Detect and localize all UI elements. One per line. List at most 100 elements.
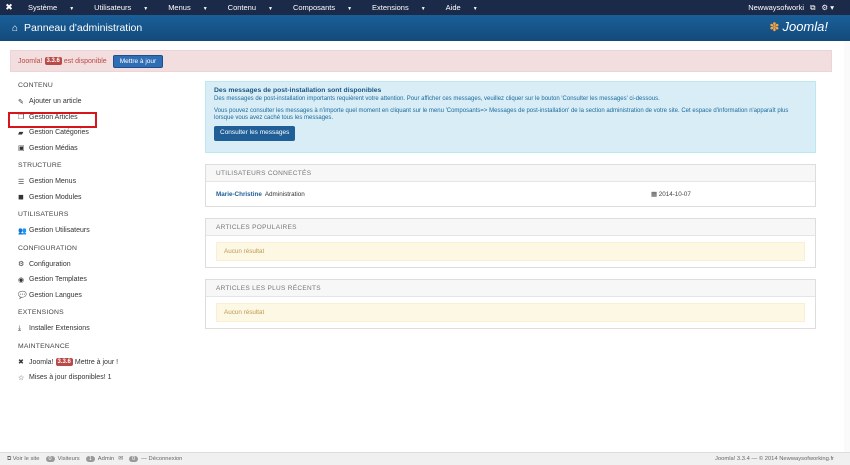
- star-icon: ☆: [18, 374, 25, 382]
- joomla-icon[interactable]: ✖: [0, 2, 18, 13]
- user-name-link[interactable]: Marie-Christine: [216, 191, 262, 198]
- menu-systeme[interactable]: Système ▼: [18, 3, 84, 12]
- main-content: Des messages de post-installation sont d…: [205, 81, 816, 329]
- home-icon: ⌂: [12, 22, 19, 34]
- panel-recent-articles: ARTICLES LES PLUS RÉCENTS Aucun résultat: [205, 279, 816, 329]
- sidebar-item-gestion-modules[interactable]: ◼ Gestion Modules: [18, 190, 193, 206]
- sidebar-item-label: Installer Extensions: [29, 325, 90, 333]
- section-maintenance: MAINTENANCE: [18, 342, 70, 350]
- sidebar-item-ajouter-article[interactable]: ✎ Ajouter un article: [18, 94, 193, 110]
- menu-menus[interactable]: Menus ▼: [158, 3, 217, 12]
- section-extensions: EXTENSIONS: [18, 309, 64, 316]
- panel-body: Marie-Christine Administration ▦ 2014-10…: [206, 182, 815, 206]
- site-name-link[interactable]: Newwaysofworki: [748, 3, 804, 12]
- comments-icon: 💬: [18, 292, 27, 300]
- page-header: ⌂ Panneau d'administration ✽ Joomla!: [0, 15, 850, 41]
- menu-label: Extensions: [372, 3, 409, 12]
- caret-down-icon: ▼: [69, 6, 75, 12]
- alert-text: Joomla!: [18, 57, 43, 65]
- envelope-icon: ✉: [118, 456, 124, 462]
- minus-icon: —: [141, 456, 149, 462]
- topbar-right: Newwaysofworki ⧉ ⚙ ▾: [748, 0, 834, 15]
- gear-icon[interactable]: ⚙ ▾: [821, 3, 834, 12]
- sidebar-item-label: Joomla!: [29, 358, 54, 366]
- sidebar-item-label: Gestion Menus: [29, 178, 77, 186]
- cube-icon: ◼: [18, 194, 24, 202]
- sidebar-item-label: Gestion Médias: [29, 144, 78, 152]
- sidebar-item-gestion-utilisateurs[interactable]: 👥 Gestion Utilisateurs: [18, 223, 193, 239]
- main-menu: Système ▼ Utilisateurs ▼ Menus ▼ Contenu ▼ C…: [18, 3, 488, 12]
- sidebar-item-label: Ajouter un article: [29, 98, 82, 106]
- status-footer: ⧉ Voir le site 0 Visiteurs 1 Admin ✉ 0 —…: [0, 452, 850, 465]
- sidebar-item-gestion-langues[interactable]: 💬 Gestion Langues: [18, 288, 193, 304]
- panel-title: UTILISATEURS CONNECTÉS: [206, 165, 815, 182]
- panel-body: Aucun résultat: [206, 236, 815, 267]
- folder-icon: ▰: [18, 129, 24, 137]
- sidebar-item-joomla-update[interactable]: ✖ Joomla! 3.3.6 Mettre à jour !: [18, 355, 193, 371]
- menu-label: Utilisateurs: [94, 3, 132, 12]
- sidebar-item-gestion-templates[interactable]: ◉ Gestion Templates: [18, 272, 193, 288]
- sidebar-item-gestion-menus[interactable]: ☰ Gestion Menus: [18, 174, 193, 190]
- menu-aide[interactable]: Aide ▼: [436, 3, 488, 12]
- panel-popular-articles: ARTICLES POPULAIRES Aucun résultat: [205, 218, 816, 268]
- sidebar-item-installer-extensions[interactable]: ⤓ Installer Extensions: [18, 321, 193, 337]
- cog-icon: ⚙: [18, 261, 25, 269]
- menu-label: Composants: [292, 3, 336, 12]
- caret-down-icon: ▼: [420, 6, 426, 12]
- table-row: Marie-Christine Administration ▦ 2014-10…: [216, 188, 805, 200]
- no-result-message: Aucun résultat: [216, 303, 805, 322]
- pencil-icon: ✎: [18, 98, 24, 106]
- copyright: Joomla! 3.3.4 — © 2014 Newwaysofworking.…: [715, 456, 834, 462]
- consulter-messages-button[interactable]: Consulter les messages: [214, 126, 296, 141]
- panel-body: Aucun résultat: [206, 297, 815, 328]
- sidebar-item-label: Gestion Langues: [29, 291, 82, 299]
- user-role: Administration: [264, 190, 305, 198]
- download-icon: ⤓: [18, 324, 22, 332]
- section-structure: STRUCTURE: [18, 162, 62, 169]
- menu-composants[interactable]: Composants ▼: [283, 3, 362, 12]
- messages-count: 0: [129, 456, 139, 462]
- section-configuration: CONFIGURATION: [18, 244, 78, 252]
- visitors-count: 0: [45, 456, 55, 462]
- postinstall-line2: Vous pouvez consulter les messages à n'i…: [214, 107, 789, 122]
- page-title: Panneau d'administration: [24, 22, 143, 34]
- menu-utilisateurs[interactable]: Utilisateurs ▼: [84, 3, 158, 12]
- sidebar-item-label: Mettre à jour !: [74, 358, 119, 366]
- section-contenu: CONTENU: [18, 82, 54, 89]
- sidebar-item-mises-a-jour[interactable]: ☆ Mises à jour disponibles! 1: [18, 370, 193, 386]
- admin-count: 1: [85, 456, 95, 462]
- postinstall-title: Des messages de post-installation sont d…: [214, 87, 382, 94]
- eye-icon: ◉: [18, 276, 25, 284]
- image-icon: ▣: [18, 145, 25, 153]
- section-utilisateurs: UTILISATEURS: [18, 211, 69, 218]
- menu-label: Aide: [445, 3, 461, 12]
- external-link-icon[interactable]: ⧉: [810, 3, 815, 13]
- panel-logged-users: UTILISATEURS CONNECTÉS Marie-Christine A…: [205, 164, 816, 207]
- alert-text-after: est disponible: [63, 57, 107, 65]
- caret-down-icon: ▼: [143, 6, 149, 12]
- user-date: ▦ 2014-10-07: [651, 191, 691, 198]
- menu-label: Système: [28, 3, 58, 12]
- top-navbar: ✖ Système ▼ Utilisateurs ▼ Menus ▼ Contenu ▼…: [0, 0, 850, 15]
- postinstall-line1: Des messages de post-installation import…: [214, 95, 660, 102]
- sidebar-item-label: Gestion Templates: [29, 276, 87, 284]
- highlight-box: [8, 112, 97, 128]
- logo-text: Joomla!: [782, 19, 828, 34]
- menu-contenu[interactable]: Contenu ▼: [218, 3, 283, 12]
- menu-label: Menus: [168, 3, 191, 12]
- sidebar-item-label: Gestion Modules: [29, 193, 82, 201]
- joomla-logo-mark-icon: ✽: [769, 19, 780, 34]
- sidebar-item-gestion-medias[interactable]: ▣ Gestion Médias: [18, 141, 193, 157]
- view-site-link[interactable]: Voir le site: [13, 456, 40, 462]
- panel-title: ARTICLES POPULAIRES: [206, 219, 815, 236]
- sidebar-item-label: Gestion Catégories: [29, 129, 89, 137]
- postinstall-message: Des messages de post-installation sont d…: [205, 81, 816, 153]
- logout-link[interactable]: Déconnexion: [149, 456, 183, 462]
- update-button[interactable]: Mettre à jour: [112, 54, 164, 68]
- sidebar-item-configuration[interactable]: ⚙ Configuration: [18, 257, 193, 273]
- scrollbar[interactable]: [844, 41, 850, 452]
- no-result-message: Aucun résultat: [216, 242, 805, 261]
- menu-extensions[interactable]: Extensions ▼: [362, 3, 436, 12]
- sidebar-item-label: Gestion Utilisateurs: [29, 227, 90, 235]
- caret-down-icon: ▼: [202, 6, 208, 12]
